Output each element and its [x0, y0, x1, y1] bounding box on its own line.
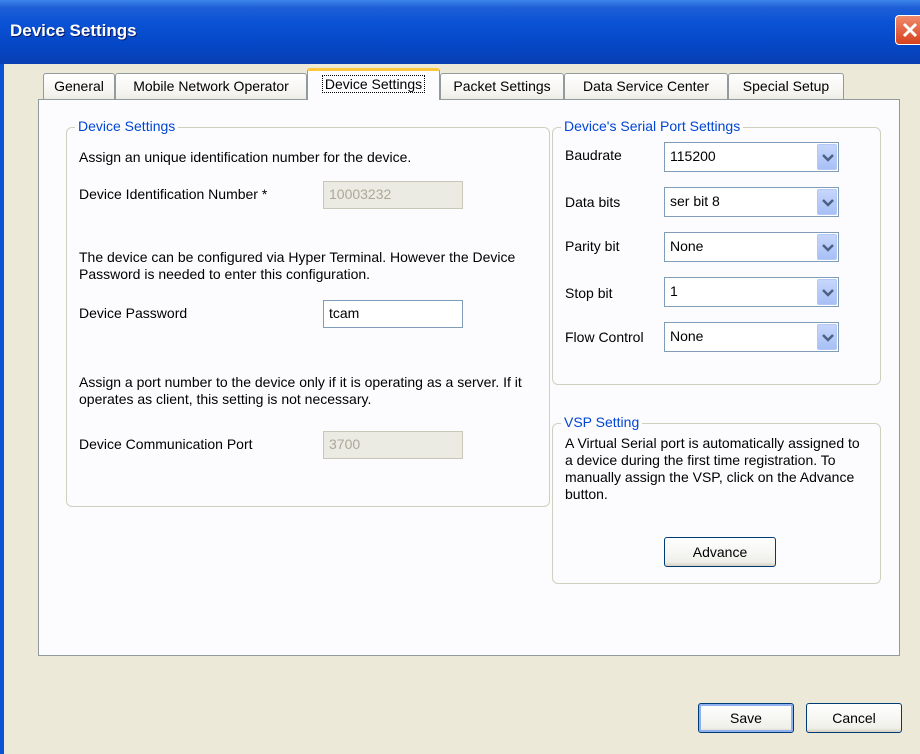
tab-mobile-network-operator[interactable]: Mobile Network Operator — [115, 73, 307, 99]
parity-bit-value: None — [670, 238, 704, 254]
stop-bit-value: 1 — [670, 283, 678, 299]
device-id-intro: Assign an unique identification number f… — [79, 149, 412, 165]
hyper-terminal-text: The device can be configured via Hyper T… — [79, 249, 516, 282]
parity-bit-label: Parity bit — [565, 238, 620, 254]
baudrate-label: Baudrate — [565, 147, 622, 163]
chevron-down-icon[interactable] — [817, 324, 837, 350]
stop-bit-label: Stop bit — [565, 285, 613, 301]
tab-special-setup[interactable]: Special Setup — [728, 73, 844, 99]
parity-bit-select[interactable]: None — [664, 232, 839, 262]
device-port-label: Device Communication Port — [79, 436, 253, 452]
chevron-down-icon[interactable] — [817, 234, 837, 260]
device-settings-group-title: Device Settings — [75, 118, 179, 134]
device-id-field[interactable]: 10003232 — [323, 181, 463, 209]
advance-button[interactable]: Advance — [664, 537, 776, 567]
stop-bit-select[interactable]: 1 — [664, 277, 839, 307]
device-id-label: Device Identification Number * — [79, 186, 268, 202]
vsp-setting-group: VSP Setting A Virtual Serial port is aut… — [552, 414, 881, 584]
baudrate-value: 115200 — [670, 148, 716, 164]
tab-panel: Device Settings Assign an unique identif… — [38, 99, 900, 656]
chevron-down-icon[interactable] — [817, 189, 837, 215]
title-bar: Device Settings — [0, 0, 920, 64]
flow-control-value: None — [670, 328, 704, 344]
vsp-group-title: VSP Setting — [561, 414, 643, 430]
chevron-down-icon[interactable] — [817, 144, 837, 170]
device-password-field[interactable]: tcam — [323, 300, 463, 328]
device-password-label: Device Password — [79, 305, 188, 321]
data-bits-value: ser bit 8 — [670, 193, 720, 209]
port-info-text: Assign a port number to the device only … — [79, 374, 522, 407]
data-bits-label: Data bits — [565, 194, 621, 210]
serial-port-group: Device's Serial Port Settings Baudrate 1… — [552, 118, 881, 385]
window-title: Device Settings — [10, 21, 137, 40]
device-settings-group: Device Settings Assign an unique identif… — [66, 118, 550, 507]
tab-general[interactable]: General — [43, 73, 115, 99]
flow-control-label: Flow Control — [565, 329, 644, 345]
baudrate-select[interactable]: 115200 — [664, 142, 839, 172]
cancel-button[interactable]: Cancel — [806, 703, 902, 733]
close-button[interactable] — [895, 15, 920, 45]
data-bits-select[interactable]: ser bit 8 — [664, 187, 839, 217]
save-button[interactable]: Save — [698, 703, 794, 733]
vsp-info-text: A Virtual Serial port is automatically a… — [565, 435, 860, 502]
flow-control-select[interactable]: None — [664, 322, 839, 352]
tab-device-settings[interactable]: Device Settings — [307, 68, 440, 100]
device-port-field[interactable]: 3700 — [323, 431, 463, 459]
chevron-down-icon[interactable] — [817, 279, 837, 305]
tab-packet-settings[interactable]: Packet Settings — [440, 73, 564, 99]
serial-port-group-title: Device's Serial Port Settings — [561, 118, 744, 134]
window-border — [0, 64, 4, 754]
tab-data-service-center[interactable]: Data Service Center — [564, 73, 728, 99]
